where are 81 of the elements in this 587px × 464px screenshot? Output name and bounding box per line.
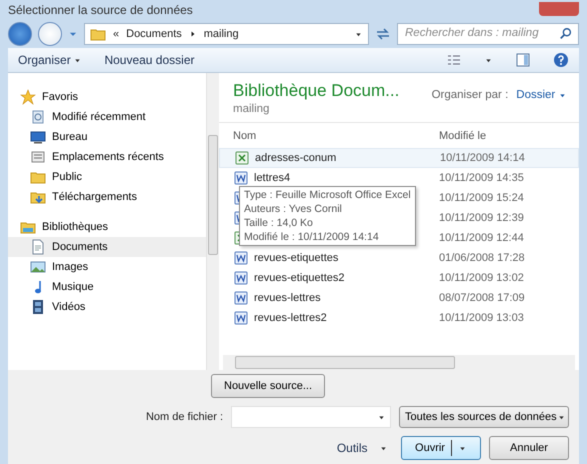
file-name: lettres4 [254,171,290,186]
library-subtitle: mailing [233,102,270,117]
tools-button[interactable]: Outils [336,439,388,457]
recent-places-icon [30,149,46,165]
nav-item[interactable]: Bureau [8,127,206,147]
cancel-button[interactable]: Annuler [489,436,569,460]
nav-item[interactable]: Bibliothèques [8,217,206,237]
file-row[interactable]: revues-etiquettes2 10/11/2009 13:02 [219,268,579,288]
scrollbar-thumb[interactable] [208,135,218,255]
help-icon [553,52,569,68]
breadcrumb[interactable]: mailing [204,26,239,42]
tooltip-line: Auteurs : Yves Cornil [244,202,343,216]
new-source-button[interactable]: Nouvelle source... [211,374,326,398]
new-folder-button[interactable]: Nouveau dossier [104,51,194,69]
refresh-icon [375,26,391,42]
filename-label: Nom de fichier : [146,410,223,425]
word-file-icon [233,290,249,306]
arrange-dropdown[interactable]: Dossier [516,87,567,104]
arrange-label: Organiser par : [432,88,508,103]
nav-item[interactable]: Documents [8,237,206,257]
file-row[interactable]: revues-lettres 08/07/2008 17:09 [219,288,579,308]
file-date: 01/06/2008 17:28 [439,251,525,266]
chevron-icon [188,30,197,38]
preview-pane-icon [515,52,531,68]
column-header[interactable]: Modifié le [439,128,486,144]
close-button[interactable] [539,2,579,16]
picture-icon [30,259,46,275]
library-title: Bibliothèque Docum... [233,81,400,101]
tooltip-line: Type : Feuille Microsoft Office Excel [244,188,411,202]
breadcrumb[interactable]: Documents [126,26,182,42]
tooltip-line: Taille : 14,0 Ko [244,216,314,230]
filename-field[interactable] [231,406,391,428]
star-icon [20,89,36,105]
file-name: revues-lettres [254,291,321,306]
open-button[interactable]: Ouvrir [401,436,481,460]
file-name: adresses-conum [255,151,336,166]
organise-button[interactable]: Organiser [18,51,82,69]
file-date: 08/07/2008 17:09 [439,291,525,306]
nav-item[interactable]: Vidéos [8,297,206,317]
file-name: revues-etiquettes2 [254,271,344,286]
file-date: 10/11/2009 14:14 [440,151,525,166]
nav-item[interactable]: Images [8,257,206,277]
file-row[interactable]: adresses-conum 10/11/2009 14:14 [219,148,579,168]
nav-item[interactable]: Téléchargements [8,187,206,207]
file-date: 10/11/2009 13:03 [439,311,524,326]
source-type-dropdown[interactable]: Toutes les sources de données [399,406,569,428]
file-row[interactable]: revues-etiquettes 01/06/2008 17:28 [219,248,579,268]
word-file-icon [233,170,249,186]
address-bar[interactable]: « Documents mailing [84,23,369,45]
back-button[interactable] [8,22,32,46]
monitor-icon [30,129,46,145]
file-date: 10/11/2009 12:39 [439,211,524,226]
forward-button[interactable] [38,22,62,46]
file-date: 10/11/2009 14:35 [439,171,524,186]
scrollbar[interactable] [223,355,575,370]
tooltip-line: Modifié le : 10/11/2009 14:14 [244,230,380,244]
scrollbar[interactable] [206,73,219,370]
word-file-icon [233,270,249,286]
word-file-icon [233,310,249,326]
search-icon [559,27,573,41]
file-name: revues-lettres2 [254,311,327,326]
file-date: 10/11/2009 12:44 [439,231,524,246]
film-icon [30,299,46,315]
nav-item[interactable]: Emplacements récents [8,147,206,167]
word-file-icon [233,250,249,266]
window-title: Sélectionner la source de données [8,2,193,18]
search-field[interactable]: Rechercher dans : mailing [397,23,579,45]
path-overflow[interactable]: « [113,26,120,42]
file-row[interactable]: revues-lettres2 10/11/2009 13:03 [219,308,579,328]
scrollbar-thumb[interactable] [235,356,455,369]
nav-item[interactable]: Musique [8,277,206,297]
spreadsheet-file-icon [234,150,250,166]
file-row[interactable]: lettres4 10/11/2009 14:35 [219,168,579,188]
document-icon [30,239,46,255]
nav-item[interactable]: Modifié récemment [8,107,206,127]
file-date: 10/11/2009 13:02 [439,271,524,286]
column-header[interactable]: Nom [233,128,439,144]
nav-item[interactable]: Favoris [8,87,206,107]
nav-item[interactable]: Public [8,167,206,187]
file-date: 10/11/2009 15:24 [439,191,524,206]
file-name: revues-etiquettes [254,251,338,266]
